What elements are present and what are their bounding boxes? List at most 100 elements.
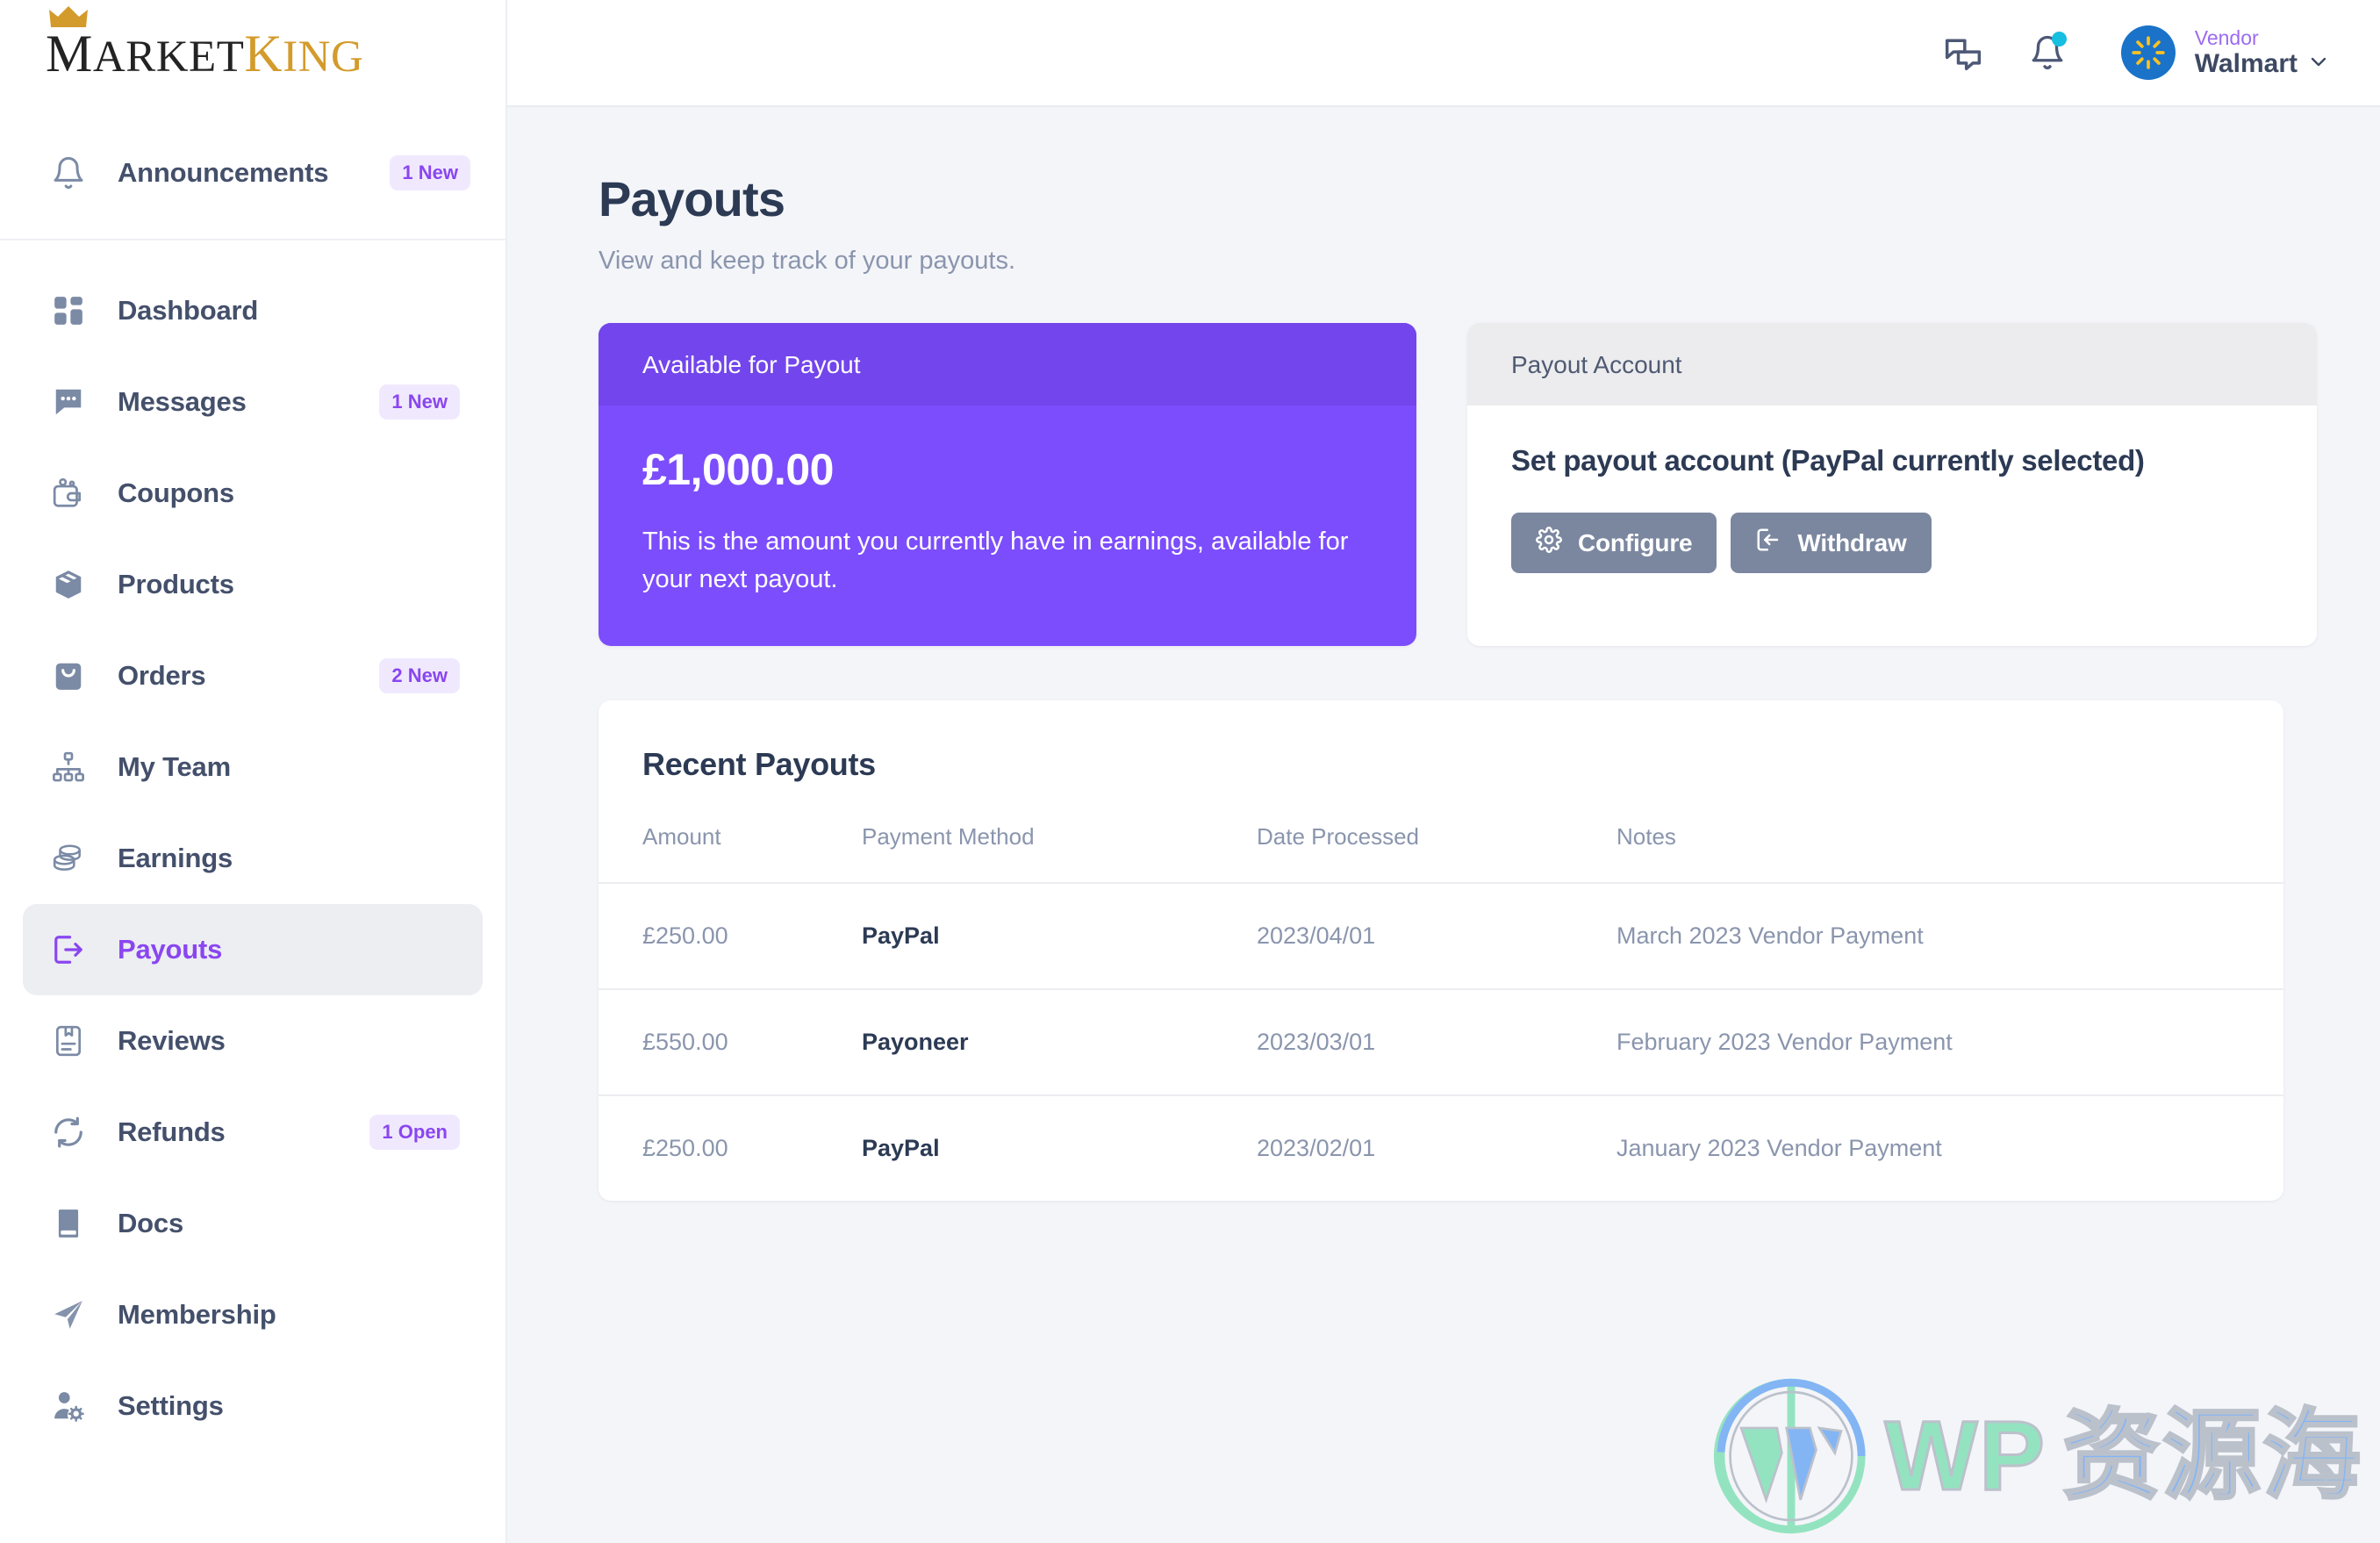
cell-date: 2023/03/01: [1248, 987, 1608, 1095]
sidebar-menu: Dashboard Messages 1 New Coupons Product…: [0, 240, 505, 1452]
brand-m: M: [46, 25, 93, 83]
cell-method: PayPal: [853, 1094, 1248, 1201]
sidebar-item-products[interactable]: Products: [23, 539, 483, 630]
sidebar-item-payouts[interactable]: Payouts: [23, 904, 483, 995]
sidebar-item-label: Orders: [118, 660, 206, 691]
sidebar-item-label: Messages: [118, 386, 247, 417]
main-area: Vendor Walmart Payouts View and keep tra…: [507, 0, 2380, 1543]
announcements-badge: 1 New: [390, 155, 470, 190]
sidebar-item-announcements[interactable]: Announcements 1 New: [0, 107, 505, 240]
sidebar-item-badge: 2 New: [379, 658, 460, 693]
send-icon: [46, 1292, 91, 1338]
table-head: Amount Payment Method Date Processed Not…: [599, 783, 2283, 883]
cell-date: 2023/04/01: [1248, 881, 1608, 989]
column-header-date-processed: Date Processed: [1257, 822, 1419, 850]
brand-logo[interactable]: MARKETKING: [0, 0, 505, 107]
recent-payouts-title: Recent Payouts: [642, 745, 876, 782]
book-icon: [46, 1201, 91, 1246]
user-name-row: Walmart: [2195, 49, 2329, 80]
cell-amount: £250.00: [599, 1094, 853, 1201]
summary-cards: Available for Payout £1,000.00 This is t…: [599, 323, 2317, 646]
sidebar-item-label: Earnings: [118, 843, 233, 873]
grid-icon: [46, 288, 91, 334]
sidebar-item-docs[interactable]: Docs: [23, 1178, 483, 1269]
walmart-spark-icon: [2120, 25, 2176, 80]
cell-amount: £250.00: [599, 881, 853, 989]
watermark: WP 资源海: [1713, 1378, 2362, 1534]
page-title: Payouts: [599, 171, 785, 226]
wordpress-logo-icon: [1713, 1378, 1866, 1534]
sidebar-item-label: Membership: [118, 1299, 276, 1330]
sidebar-item-orders[interactable]: Orders 2 New: [23, 630, 483, 721]
payout-account-actions: Configure Withdraw: [1511, 513, 2273, 573]
withdraw-button[interactable]: Withdraw: [1731, 513, 1932, 573]
user-name: Walmart: [2194, 48, 2298, 78]
sidebar-item-my-team[interactable]: My Team: [23, 721, 483, 813]
box-icon: [46, 562, 91, 607]
user-role: Vendor: [2194, 25, 2259, 49]
sidebar-item-dashboard[interactable]: Dashboard: [23, 265, 483, 356]
column-header-payment-method: Payment Method: [862, 822, 1035, 850]
cell-method: PayPal: [853, 881, 1248, 989]
sidebar-item-label: Coupons: [118, 477, 234, 508]
user-gear-icon: [46, 1383, 91, 1429]
available-card-body: £1,000.00 This is the amount you current…: [599, 405, 1416, 646]
bag-icon: [46, 653, 91, 699]
recent-payouts-card: Recent Payouts Amount Payment Method Dat…: [599, 700, 2283, 1201]
page-content: Payouts View and keep track of your payo…: [507, 107, 2380, 1543]
sidebar-item-label: Products: [118, 569, 234, 599]
sidebar-item-badge: 1 Open: [369, 1115, 460, 1150]
brand-k: K: [244, 25, 283, 83]
sidebar-item-label: Refunds: [118, 1116, 226, 1147]
sidebar-item-badge: 1 New: [379, 384, 460, 420]
app-root: MARKETKING Announcements 1 New Dashboard…: [0, 0, 2380, 1543]
payout-account-header: Payout Account: [1467, 323, 2317, 405]
announcements-label: Announcements: [118, 157, 329, 188]
watermark-text-cn: 资源海: [2061, 1401, 2362, 1511]
sidebar-item-label: Payouts: [118, 934, 223, 965]
chat-bubbles-icon[interactable]: [1932, 21, 1995, 84]
sidebar-item-label: Docs: [118, 1208, 184, 1238]
table-row[interactable]: £250.00 PayPal 2023/02/01 January 2023 V…: [599, 1094, 2283, 1201]
cell-amount: £550.00: [599, 987, 853, 1095]
cell-notes: January 2023 Vendor Payment: [1608, 1094, 2283, 1201]
sidebar-item-label: Settings: [118, 1390, 224, 1421]
sidebar-item-earnings[interactable]: Earnings: [23, 813, 483, 904]
cell-date: 2023/02/01: [1248, 1094, 1608, 1201]
payout-account-body: Set payout account (PayPal currently sel…: [1467, 405, 2317, 621]
chat-icon: [46, 379, 91, 425]
brand-logo-text: MARKETKING: [46, 6, 363, 83]
table-row[interactable]: £250.00 PayPal 2023/04/01 March 2023 Ven…: [599, 881, 2283, 989]
user-menu[interactable]: Vendor Walmart: [2120, 25, 2329, 80]
recent-payouts-table: Amount Payment Method Date Processed Not…: [599, 783, 2283, 1201]
payout-icon: [46, 927, 91, 972]
sidebar-item-membership[interactable]: Membership: [23, 1269, 483, 1360]
table-header-row: Amount Payment Method Date Processed Not…: [599, 783, 2283, 883]
sidebar-item-coupons[interactable]: Coupons: [23, 448, 483, 539]
table-row[interactable]: £550.00 Payoneer 2023/03/01 February 202…: [599, 987, 2283, 1095]
configure-button[interactable]: Configure: [1511, 513, 1717, 573]
bell-icon: [46, 150, 91, 196]
sidebar-item-label: Dashboard: [118, 295, 259, 326]
sidebar-item-reviews[interactable]: Reviews: [23, 995, 483, 1087]
sidebar-item-settings[interactable]: Settings: [23, 1360, 483, 1452]
brand-arket: ARKET: [92, 32, 245, 82]
column-header-notes: Notes: [1617, 822, 1676, 850]
page-subtitle: View and keep track of your payouts.: [599, 247, 1016, 275]
available-description: This is the amount you currently have in…: [642, 527, 1349, 593]
notifications-bell-icon[interactable]: [2016, 21, 2079, 84]
chevron-down-icon[interactable]: [2308, 49, 2329, 80]
refresh-icon: [46, 1109, 91, 1155]
cell-method: Payoneer: [853, 987, 1248, 1095]
cell-notes: March 2023 Vendor Payment: [1608, 881, 2283, 989]
crown-icon: [49, 6, 88, 27]
available-amount: £1,000.00: [642, 445, 834, 494]
sidebar-item-messages[interactable]: Messages 1 New: [23, 356, 483, 448]
notification-dot: [2051, 32, 2067, 47]
available-for-payout-card: Available for Payout £1,000.00 This is t…: [599, 323, 1416, 646]
coins-icon: [46, 836, 91, 881]
sidebar-item-refunds[interactable]: Refunds 1 Open: [23, 1087, 483, 1178]
withdraw-icon: [1755, 527, 1781, 559]
watermark-text-wp: WP: [1883, 1401, 2047, 1511]
withdraw-label: Withdraw: [1797, 528, 1907, 556]
